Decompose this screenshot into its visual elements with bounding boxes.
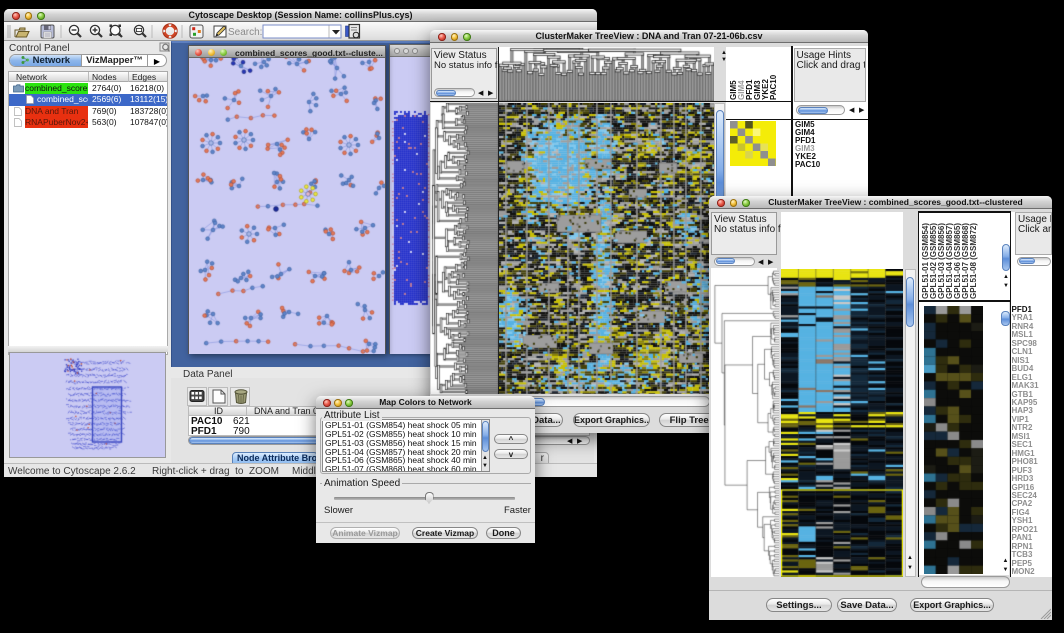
svg-text:Search:: Search: xyxy=(228,27,262,38)
